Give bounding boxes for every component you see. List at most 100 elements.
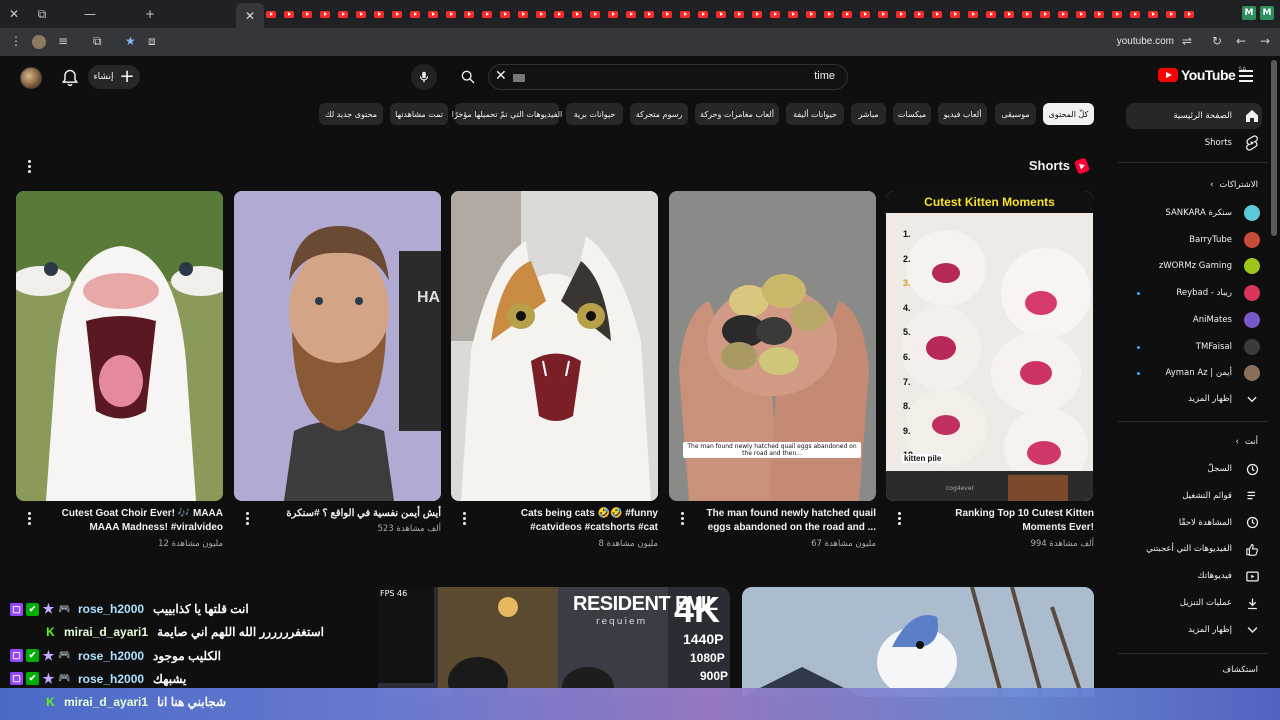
sidebar-you-item[interactable]: عمليات التنزيل (1110, 591, 1260, 615)
sidebar-you-item[interactable]: المشاهدة لاحقًا (1110, 511, 1260, 535)
filter-chip[interactable]: موسيقى (995, 103, 1036, 125)
sidebar-channel[interactable]: BarryTube (1110, 228, 1260, 252)
browser-tab[interactable] (910, 6, 928, 22)
short-more-actions-icon[interactable] (897, 512, 901, 525)
sidebar-you-item[interactable]: إظهار المزيد (1110, 618, 1260, 642)
sidebar-channel[interactable]: SANKARA سنكرة (1110, 201, 1260, 225)
sidebar-item-home[interactable]: الصفحة الرئيسية (1110, 104, 1260, 128)
keyboard-icon[interactable] (513, 74, 525, 82)
site-settings-icon[interactable]: ⇌ (1182, 34, 1192, 48)
browser-tab[interactable] (1072, 6, 1090, 22)
short-more-actions-icon[interactable] (245, 512, 249, 525)
browser-tab[interactable] (946, 6, 964, 22)
browser-tab[interactable] (676, 6, 694, 22)
screenshot-icon[interactable]: ⧈ (148, 34, 156, 49)
short-more-actions-icon[interactable] (27, 512, 31, 525)
subscriptions-header[interactable]: ‹ الاشتراكات (1210, 180, 1258, 190)
browser-tab[interactable] (964, 6, 982, 22)
browser-tab[interactable] (766, 6, 784, 22)
filter-chip[interactable]: مباشر (851, 103, 886, 125)
browser-tab[interactable] (820, 6, 838, 22)
minimize-icon[interactable]: — (76, 0, 104, 28)
browser-tab[interactable] (280, 6, 298, 22)
browser-tab[interactable] (658, 6, 676, 22)
active-tab-close-icon[interactable]: ✕ (236, 3, 264, 28)
browser-tab[interactable] (604, 6, 622, 22)
short-thumbnail-quail[interactable]: The man found newly hatched quail eggs a… (669, 191, 876, 501)
search-input[interactable]: ✕ time (488, 64, 848, 90)
browser-tab[interactable] (838, 6, 856, 22)
short-title[interactable]: The man found newly hatched quail eggs ab… (706, 507, 876, 535)
tab-icon-m[interactable]: M (1260, 6, 1274, 20)
tab-icon-m[interactable]: M (1242, 6, 1256, 20)
video-thumbnail-bluejay[interactable] (742, 587, 1094, 697)
browser-tab[interactable] (1144, 6, 1162, 22)
browser-tab[interactable] (874, 6, 892, 22)
sidebar-you-item[interactable]: السجلّ (1110, 457, 1260, 481)
voice-search-mic-icon[interactable] (411, 64, 437, 90)
reader-icon[interactable]: ≡ (58, 34, 68, 48)
close-window-icon[interactable]: ✕ (0, 0, 28, 28)
filter-chip[interactable]: ألعاب فيديو (938, 103, 987, 125)
browser-tab[interactable] (352, 6, 370, 22)
browser-tab[interactable] (442, 6, 460, 22)
browser-tab[interactable] (262, 6, 280, 22)
sidebar-channel[interactable]: zWORMz Gaming (1110, 254, 1260, 278)
profile-icon[interactable] (32, 35, 46, 49)
sidebar-you-item[interactable]: فيديوهاتك (1110, 564, 1260, 588)
browser-tab[interactable] (532, 6, 550, 22)
browser-tab[interactable] (1090, 6, 1108, 22)
browser-tab[interactable] (1162, 6, 1180, 22)
browser-tab[interactable] (1108, 6, 1126, 22)
browser-tab[interactable] (514, 6, 532, 22)
tab-search-icon[interactable]: ⧉ (28, 0, 56, 28)
short-title[interactable]: Cats being cats 🤣🤣 #funny #catvideos #cat… (488, 507, 658, 535)
browser-tab[interactable] (550, 6, 568, 22)
browser-tab[interactable] (586, 6, 604, 22)
short-more-actions-icon[interactable] (462, 512, 466, 525)
account-avatar[interactable] (20, 67, 42, 89)
forward-icon[interactable]: → (1260, 34, 1270, 48)
sidebar-you-item[interactable]: الفيديوهات التي أعجبتني (1110, 537, 1260, 561)
browser-tab[interactable] (694, 6, 712, 22)
sidebar-channel[interactable]: Reybad - ريباد (1110, 281, 1260, 305)
browser-tab[interactable] (712, 6, 730, 22)
filter-chip[interactable]: ألعاب مغامرات وحركة (695, 103, 779, 125)
browser-tab[interactable] (406, 6, 424, 22)
browser-tab[interactable] (1180, 6, 1198, 22)
short-thumbnail-kitten[interactable]: Cutest Kitten Moments 1. 2. 3. 4. 5. 6. 7. 8. 9.… (886, 191, 1093, 501)
browser-tab[interactable] (496, 6, 514, 22)
youtube-logo[interactable]: YouTube SA (1158, 66, 1246, 83)
sidebar-scrollbar[interactable] (1271, 60, 1277, 236)
clear-search-icon[interactable]: ✕ (495, 68, 507, 84)
video-thumbnail-resident-evil[interactable]: FPS 46 RESIDENT EVIL requiem 4K 1440P 10… (378, 587, 730, 697)
browser-tab[interactable] (1126, 6, 1144, 22)
short-thumbnail-cat[interactable] (451, 191, 658, 501)
browser-tab[interactable] (802, 6, 820, 22)
browser-tab[interactable] (424, 6, 442, 22)
browser-tab[interactable] (622, 6, 640, 22)
url-text[interactable]: youtube.com (1117, 36, 1174, 47)
short-thumbnail-goat[interactable] (16, 191, 223, 501)
filter-chip[interactable]: محتوى جديد لك (319, 103, 383, 125)
browser-tab[interactable] (928, 6, 946, 22)
sidebar-channel[interactable]: AniMates (1110, 308, 1260, 332)
browser-tab[interactable] (478, 6, 496, 22)
browser-tab[interactable] (856, 6, 874, 22)
browser-tab[interactable] (1018, 6, 1036, 22)
browser-tab[interactable] (334, 6, 352, 22)
more-menu-icon[interactable]: ⋮ (10, 34, 22, 48)
browser-tab[interactable] (316, 6, 334, 22)
browser-tab[interactable] (892, 6, 910, 22)
sidebar-channel[interactable]: TMFaisal (1110, 335, 1260, 359)
search-button-icon[interactable] (450, 64, 486, 90)
browser-tab[interactable] (370, 6, 388, 22)
back-icon[interactable]: ← (1236, 34, 1246, 48)
reload-icon[interactable]: ↻ (1212, 34, 1222, 48)
short-title[interactable]: Cutest Goat Choir Ever! 🎶 MAAA MAAA Madne… (53, 507, 223, 535)
filter-chip[interactable]: كلّ المحتوى (1043, 103, 1094, 125)
sidebar-item-shorts[interactable]: Shorts (1110, 131, 1260, 155)
short-thumbnail-man[interactable]: HA (234, 191, 441, 501)
browser-tab[interactable] (730, 6, 748, 22)
browser-tab[interactable] (1036, 6, 1054, 22)
